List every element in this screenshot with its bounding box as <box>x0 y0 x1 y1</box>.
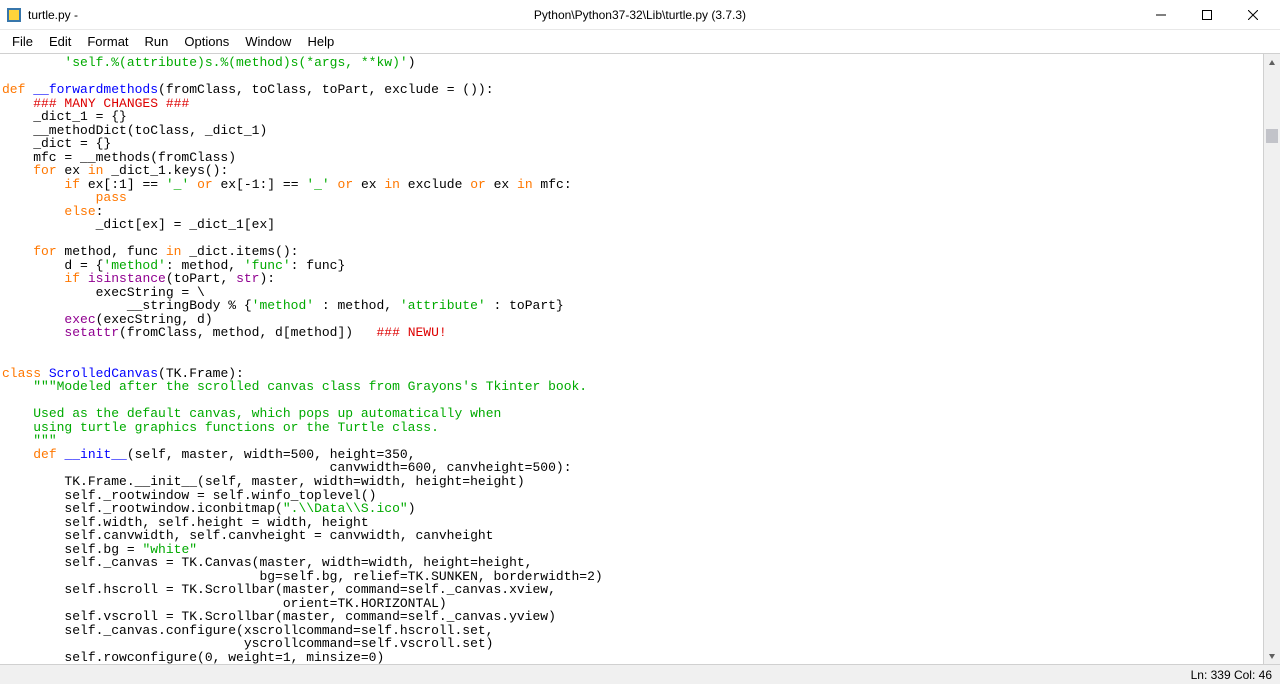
menu-file[interactable]: File <box>4 32 41 51</box>
code-text: ) <box>408 501 416 516</box>
code-string: '_' <box>306 177 329 192</box>
menu-help[interactable]: Help <box>299 32 342 51</box>
code-text <box>330 177 338 192</box>
window-title-path: Python\Python37-32\Lib\turtle.py (3.7.3) <box>534 8 746 22</box>
titlebar: turtle.py - Python\Python37-32\Lib\turtl… <box>0 0 1280 30</box>
code-text: mfc: <box>533 177 572 192</box>
code-keyword: in <box>384 177 400 192</box>
window-title-filename: turtle.py - <box>28 8 78 22</box>
scroll-thumb[interactable] <box>1266 129 1278 143</box>
code-keyword: or <box>338 177 354 192</box>
menu-edit[interactable]: Edit <box>41 32 79 51</box>
code-docstring: using turtle graphics functions or the T… <box>33 420 439 435</box>
code-docstring: """Modeled after the scrolled canvas cla… <box>33 379 587 394</box>
menu-options[interactable]: Options <box>176 32 237 51</box>
code-editor[interactable]: 'self.%(attribute)s.%(method)s(*args, **… <box>0 54 1263 664</box>
scroll-down-icon[interactable] <box>1264 647 1280 664</box>
code-string: 'self.%(attribute)s.%(method)s(*args, **… <box>64 55 407 70</box>
vertical-scrollbar[interactable] <box>1263 54 1280 664</box>
menu-window[interactable]: Window <box>237 32 299 51</box>
code-text: : func} <box>291 258 346 273</box>
code-text <box>2 379 33 394</box>
code-text: ex <box>486 177 517 192</box>
menubar: File Edit Format Run Options Window Help <box>0 30 1280 54</box>
code-text: ex[-1:] == <box>213 177 307 192</box>
code-text: : method, <box>314 298 400 313</box>
code-string: '_' <box>166 177 189 192</box>
code-text: _dict[ex] = _dict_1[ex] <box>2 217 275 232</box>
code-text: ex <box>353 177 384 192</box>
editor-area: 'self.%(attribute)s.%(method)s(*args, **… <box>0 54 1280 664</box>
code-text <box>2 325 64 340</box>
code-text: self.rowconfigure(0, weight=1, minsize=0… <box>2 650 384 664</box>
code-text <box>2 55 64 70</box>
code-comment: ### NEWU! <box>376 325 446 340</box>
code-text: ) <box>408 55 416 70</box>
menu-run[interactable]: Run <box>137 32 177 51</box>
code-builtin: str <box>236 271 259 286</box>
code-string: 'attribute' <box>400 298 486 313</box>
code-text: ): <box>259 271 275 286</box>
maximize-button[interactable] <box>1184 0 1230 30</box>
scroll-up-icon[interactable] <box>1264 54 1280 71</box>
minimize-button[interactable] <box>1138 0 1184 30</box>
app-icon <box>6 7 22 23</box>
code-keyword: in <box>517 177 533 192</box>
code-text: exclude <box>400 177 470 192</box>
code-text: (fromClass, method, d[method]) <box>119 325 376 340</box>
statusbar: Ln: 339 Col: 46 <box>0 664 1280 684</box>
code-string: 'method' <box>252 298 314 313</box>
code-keyword: or <box>197 177 213 192</box>
code-builtin: setattr <box>64 325 119 340</box>
close-button[interactable] <box>1230 0 1276 30</box>
scroll-track[interactable] <box>1264 71 1280 647</box>
code-keyword: or <box>470 177 486 192</box>
code-text: (fromClass, toClass, toPart, exclude = (… <box>158 82 493 97</box>
cursor-position: Ln: 339 Col: 46 <box>1191 668 1272 682</box>
code-text: : toPart} <box>486 298 564 313</box>
menu-format[interactable]: Format <box>79 32 136 51</box>
code-text <box>189 177 197 192</box>
code-text: self.columnconfigure(0, weight=1, minsiz… <box>2 663 408 664</box>
window-controls <box>1138 0 1276 30</box>
